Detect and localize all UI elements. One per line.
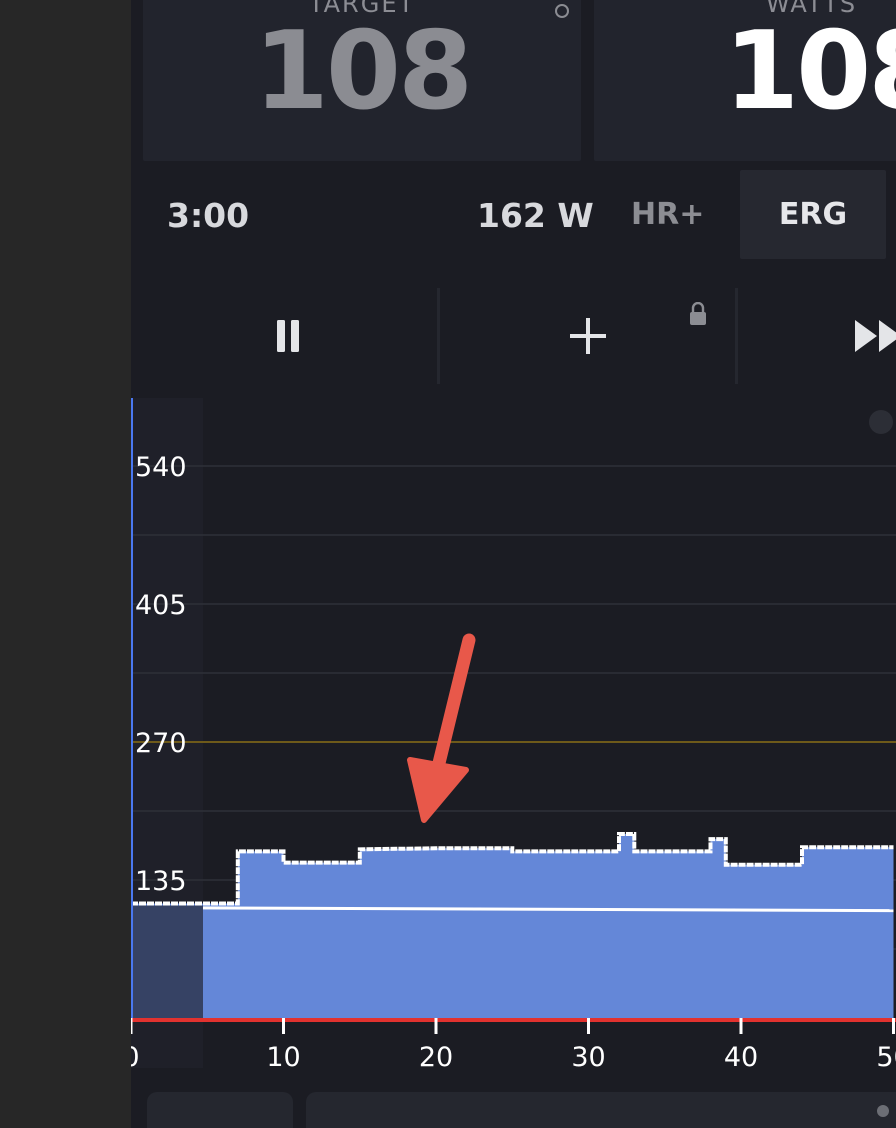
target-value: 108 xyxy=(253,9,473,134)
y-tick-label: 270 xyxy=(135,728,187,759)
status-row: 3:00 162 W HR+ ERG xyxy=(131,170,896,260)
erg-mode-button[interactable]: ERG xyxy=(740,170,886,259)
power-area xyxy=(131,834,894,1018)
bottom-card[interactable] xyxy=(147,1092,293,1128)
x-tick-label: 40 xyxy=(724,1042,758,1073)
indicator-ring-icon xyxy=(555,4,569,18)
lock-icon[interactable] xyxy=(688,302,708,326)
control-divider xyxy=(735,288,738,384)
bottom-card-wide[interactable] xyxy=(306,1092,896,1128)
interval-power: 162 W xyxy=(477,196,594,235)
elapsed-region xyxy=(131,905,203,1018)
x-tick-label: 10 xyxy=(266,1042,300,1073)
hr-plus-mode-button[interactable]: HR+ xyxy=(631,197,704,232)
target-tile: TARGET 108 xyxy=(143,0,581,161)
page-indicator-dot xyxy=(877,1105,889,1117)
y-tick-label: 540 xyxy=(135,452,187,483)
x-tick-label: 20 xyxy=(419,1042,453,1073)
y-tick-label: 135 xyxy=(135,866,187,897)
x-axis-ticks: 0 10 20 30 40 50 xyxy=(131,1018,896,1073)
control-divider xyxy=(437,288,440,384)
pause-button[interactable] xyxy=(141,288,437,384)
plus-icon xyxy=(570,318,606,354)
x-tick-label: 30 xyxy=(571,1042,605,1073)
watts-tile: WATTS 108 xyxy=(594,0,896,161)
chart-options-dot[interactable] xyxy=(869,410,893,434)
skip-forward-icon xyxy=(855,320,896,352)
control-bar xyxy=(131,288,896,384)
watts-value: 108 xyxy=(724,9,896,134)
interval-timer: 3:00 xyxy=(167,196,250,235)
y-tick-label: 405 xyxy=(135,590,187,621)
left-panel xyxy=(0,0,131,1128)
power-chart: 540 405 270 135 0 10 20 30 40 50 xyxy=(131,398,896,1073)
workout-app: TARGET 108 WATTS 108 3:00 162 W HR+ ERG xyxy=(131,0,896,1128)
x-tick-label: 0 xyxy=(131,1042,140,1073)
pause-icon xyxy=(277,320,299,352)
skip-forward-button[interactable] xyxy=(739,288,896,384)
x-tick-label: 50 xyxy=(876,1042,896,1073)
